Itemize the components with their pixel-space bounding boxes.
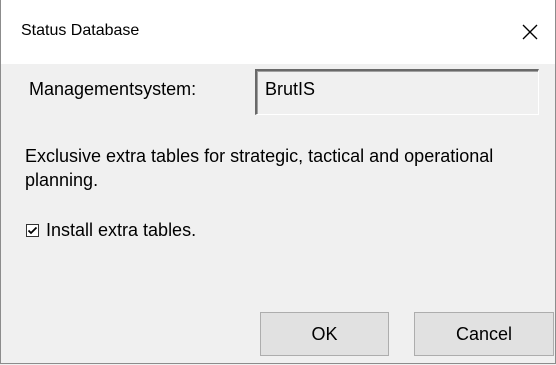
- management-system-field[interactable]: BrutIS: [255, 69, 539, 115]
- management-system-value: BrutIS: [265, 79, 316, 99]
- management-system-label: Managementsystem:: [29, 79, 197, 99]
- title-bar: Status Database: [1, 0, 555, 64]
- close-icon: [522, 24, 538, 40]
- description-text: Exclusive extra tables for strategic, ta…: [25, 146, 494, 190]
- install-extra-tables-label: Install extra tables.: [46, 219, 197, 240]
- install-extra-tables-checkbox[interactable]: [26, 223, 39, 237]
- ok-button[interactable]: OK: [260, 312, 389, 356]
- install-extra-tables-row[interactable]: Install extra tables.: [26, 218, 196, 242]
- checkmark-icon: [27, 226, 38, 234]
- close-button[interactable]: [505, 0, 555, 64]
- dialog-window: Status Database Managementsystem: BrutIS…: [0, 0, 556, 364]
- cancel-button[interactable]: Cancel: [414, 312, 554, 356]
- window-title: Status Database: [21, 22, 140, 39]
